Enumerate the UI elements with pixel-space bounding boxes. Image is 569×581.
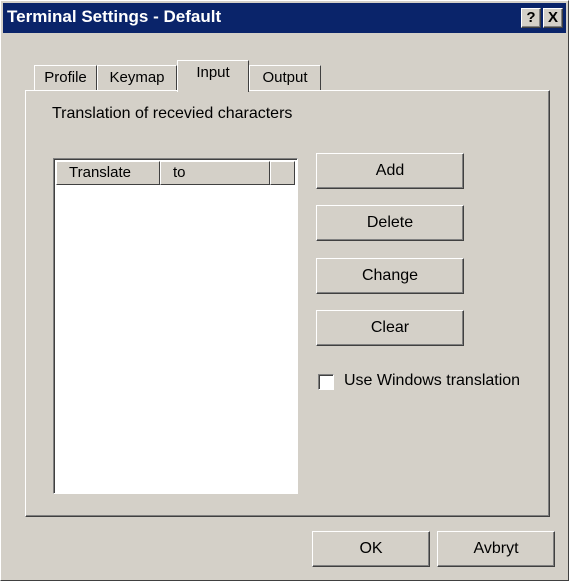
- column-header-extra[interactable]: [270, 161, 295, 185]
- help-button[interactable]: ?: [521, 8, 541, 28]
- change-button[interactable]: Change: [316, 258, 464, 294]
- column-header-translate[interactable]: Translate: [56, 161, 160, 185]
- translation-table[interactable]: Translate to: [53, 158, 298, 494]
- delete-button[interactable]: Delete: [316, 205, 464, 241]
- tab-output[interactable]: Output: [249, 65, 321, 90]
- translation-caption: Translation of recevied characters: [52, 105, 293, 122]
- ok-button[interactable]: OK: [312, 531, 430, 567]
- tab-input[interactable]: Input: [177, 60, 249, 92]
- add-button[interactable]: Add: [316, 153, 464, 189]
- use-windows-translation-checkbox[interactable]: [318, 374, 334, 390]
- close-button[interactable]: X: [543, 8, 563, 28]
- cancel-button[interactable]: Avbryt: [437, 531, 555, 567]
- terminal-settings-dialog: Terminal Settings - Default ? X Profile …: [0, 0, 569, 581]
- clear-button[interactable]: Clear: [316, 310, 464, 346]
- title-bar[interactable]: Terminal Settings - Default ? X: [3, 3, 566, 33]
- tab-profile[interactable]: Profile: [34, 65, 97, 90]
- column-header-to[interactable]: to: [160, 161, 270, 185]
- tab-keymap[interactable]: Keymap: [97, 65, 177, 90]
- window-title: Terminal Settings - Default: [7, 7, 222, 26]
- use-windows-translation-label[interactable]: Use Windows translation: [344, 372, 520, 390]
